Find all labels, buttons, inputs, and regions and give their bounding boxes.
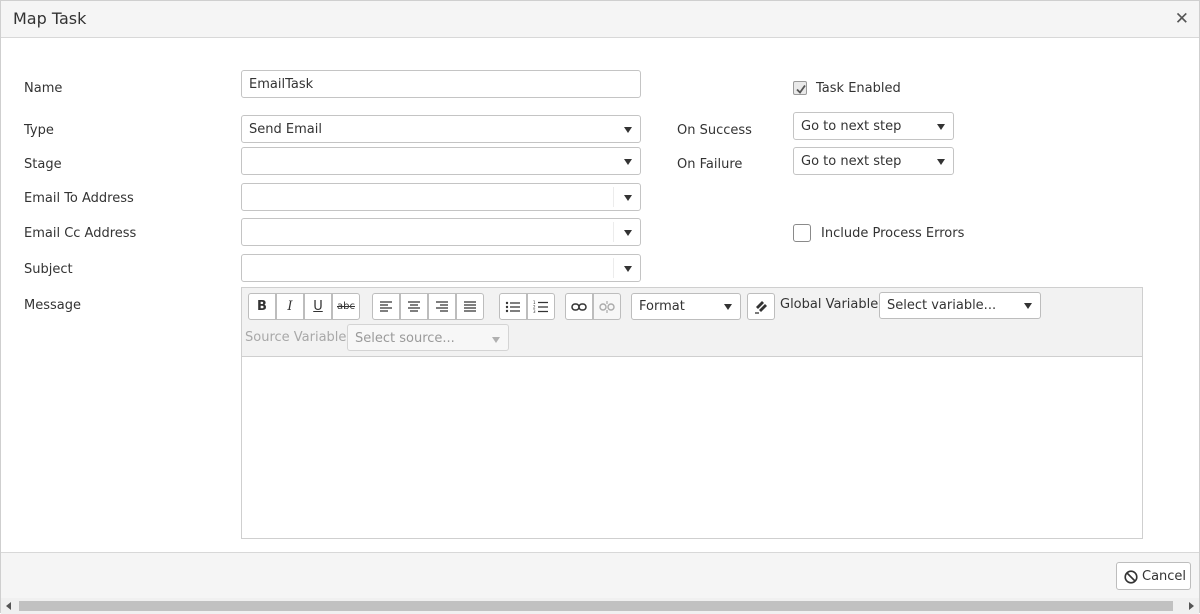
editor-toolbar: B I U abc 1 2 3 Format Global Variable: … xyxy=(242,288,1142,357)
type-label: Type xyxy=(24,123,54,138)
global-variable-select[interactable]: Select variable... xyxy=(879,292,1041,319)
chevron-down-icon[interactable] xyxy=(624,230,632,236)
align-right-button[interactable] xyxy=(428,293,456,320)
align-left-button[interactable] xyxy=(372,293,400,320)
dialog-titlebar: Map Task ✕ xyxy=(1,1,1199,38)
email-cc-label: Email Cc Address xyxy=(24,226,137,241)
email-to-combobox[interactable] xyxy=(241,183,641,211)
on-failure-label: On Failure xyxy=(677,157,743,172)
stage-label: Stage xyxy=(24,157,62,172)
email-cc-combobox[interactable] xyxy=(241,218,641,246)
insert-link-button[interactable] xyxy=(565,293,593,320)
on-success-value: Go to next step xyxy=(801,119,902,134)
italic-button[interactable]: I xyxy=(276,293,304,320)
name-label: Name xyxy=(24,81,63,96)
checkmark-icon xyxy=(796,84,806,94)
svg-text:3: 3 xyxy=(533,309,536,313)
dialog-title: Map Task xyxy=(13,9,87,28)
on-failure-select[interactable]: Go to next step xyxy=(793,147,954,175)
scrollbar-thumb[interactable] xyxy=(19,601,1173,611)
scroll-left-icon[interactable] xyxy=(6,602,11,610)
align-justify-icon xyxy=(464,300,476,312)
dialog-footer: Cancel xyxy=(1,552,1199,598)
include-process-errors-label: Include Process Errors xyxy=(821,226,965,241)
global-variable-label: Global Variable: xyxy=(780,297,883,312)
chevron-down-icon[interactable] xyxy=(624,266,632,272)
editor-content-area[interactable] xyxy=(242,358,1142,538)
source-variable-select[interactable]: Select source... xyxy=(347,324,509,351)
bold-button[interactable]: B xyxy=(248,293,276,320)
italic-icon: I xyxy=(287,299,293,314)
map-task-dialog: Map Task ✕ Name Type Stage Email To Addr… xyxy=(0,0,1200,614)
email-to-label: Email To Address xyxy=(24,191,134,206)
align-center-icon xyxy=(408,300,420,312)
chevron-down-icon xyxy=(1024,303,1032,309)
align-left-icon xyxy=(380,300,392,312)
subject-label: Subject xyxy=(24,262,73,277)
format-select[interactable]: Format xyxy=(631,293,741,320)
include-process-errors-checkbox[interactable] xyxy=(793,224,811,242)
close-icon[interactable]: ✕ xyxy=(1175,9,1189,29)
cancel-button[interactable]: Cancel xyxy=(1116,562,1191,590)
chevron-down-icon xyxy=(624,127,632,133)
chevron-down-icon xyxy=(937,159,945,165)
eraser-icon xyxy=(754,299,768,314)
underline-button[interactable]: U xyxy=(304,293,332,320)
strikethrough-icon: abc xyxy=(337,301,355,312)
type-select-value: Send Email xyxy=(249,122,322,137)
type-select[interactable]: Send Email xyxy=(241,115,641,143)
horizontal-scrollbar[interactable] xyxy=(1,598,1199,614)
on-success-select[interactable]: Go to next step xyxy=(793,112,954,140)
chevron-down-icon xyxy=(492,337,500,343)
chevron-down-icon xyxy=(937,124,945,130)
format-select-value: Format xyxy=(639,299,685,314)
source-variable-label: Source Variable: xyxy=(245,330,351,345)
numbered-list-icon: 123 xyxy=(533,300,548,313)
bold-icon: B xyxy=(257,299,267,314)
scroll-right-icon[interactable] xyxy=(1189,602,1194,610)
message-editor: B I U abc 1 2 3 Format Global Variable: … xyxy=(241,287,1143,539)
bullet-list-icon xyxy=(505,301,520,312)
name-input-value: EmailTask xyxy=(249,77,314,92)
chevron-down-icon xyxy=(724,304,732,310)
strikethrough-button[interactable]: abc xyxy=(332,293,360,320)
unlink-icon xyxy=(599,300,615,313)
message-label: Message xyxy=(24,298,81,313)
source-variable-value: Select source... xyxy=(355,331,455,346)
cancel-button-label: Cancel xyxy=(1142,569,1187,584)
stage-select[interactable] xyxy=(241,147,641,175)
chevron-down-icon[interactable] xyxy=(624,195,632,201)
align-right-icon xyxy=(436,300,448,312)
subject-combobox[interactable] xyxy=(241,254,641,282)
on-success-label: On Success xyxy=(677,123,752,138)
on-failure-value: Go to next step xyxy=(801,154,902,169)
numbered-list-button[interactable]: 123 xyxy=(527,293,555,320)
ban-icon xyxy=(1124,570,1138,584)
name-input[interactable]: EmailTask xyxy=(241,70,641,98)
task-enabled-checkbox[interactable] xyxy=(793,81,807,95)
chevron-down-icon xyxy=(624,159,632,165)
link-icon xyxy=(571,302,587,311)
clear-formatting-button[interactable] xyxy=(747,293,775,320)
unlink-button[interactable] xyxy=(593,293,621,320)
bullet-list-button[interactable] xyxy=(499,293,527,320)
underline-icon: U xyxy=(313,299,323,314)
task-enabled-label: Task Enabled xyxy=(816,81,901,96)
global-variable-value: Select variable... xyxy=(887,298,997,313)
align-center-button[interactable] xyxy=(400,293,428,320)
align-justify-button[interactable] xyxy=(456,293,484,320)
